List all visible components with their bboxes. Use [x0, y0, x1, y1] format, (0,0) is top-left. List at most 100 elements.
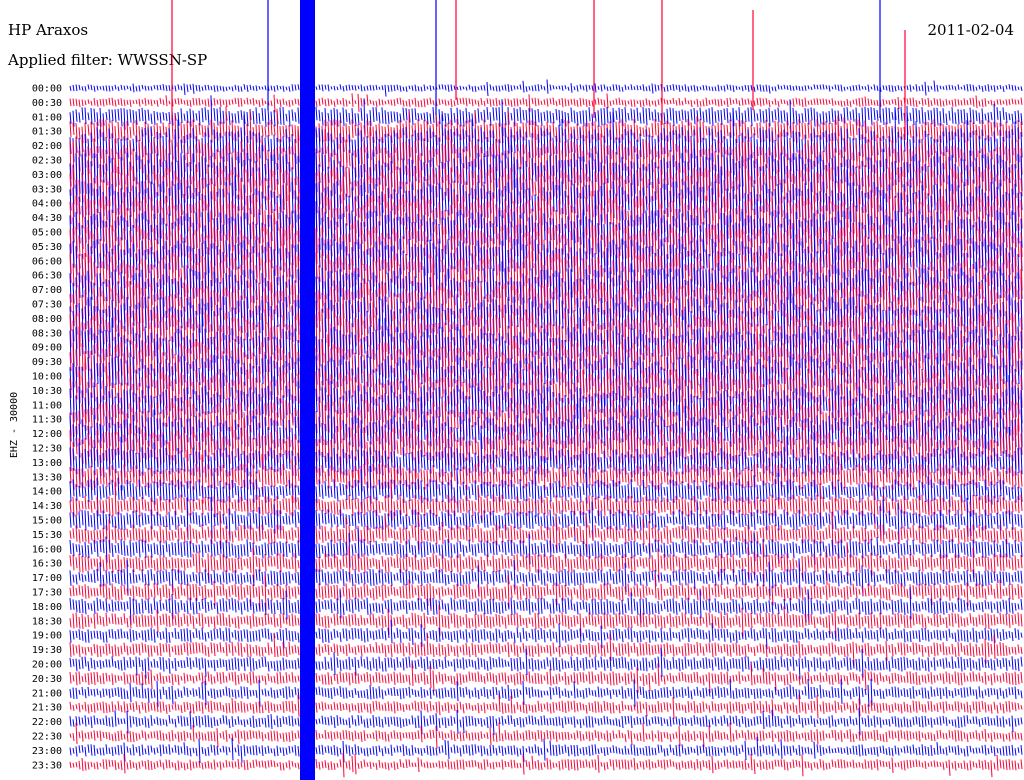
time-label: 02:30 [32, 156, 62, 167]
time-label: 13:00 [32, 458, 62, 469]
time-label: 07:00 [32, 285, 62, 296]
time-label: 13:30 [32, 472, 62, 483]
trace-row [69, 392, 1023, 473]
time-label: 15:00 [32, 516, 62, 527]
time-label: 11:30 [32, 415, 62, 426]
time-label: 16:30 [32, 559, 62, 570]
trace-row [69, 707, 1023, 736]
channel-label: EHZ - 30000 [9, 392, 20, 458]
trace-row [69, 128, 1023, 223]
trace-row [69, 155, 1023, 250]
trace-row [69, 287, 1023, 375]
time-label: 17:30 [32, 588, 62, 599]
time-label: 09:30 [32, 357, 62, 368]
trace-row [69, 257, 1023, 352]
time-label: 08:30 [32, 328, 62, 339]
time-label: 03:30 [32, 184, 62, 195]
trace-row [69, 633, 1023, 667]
trace-row [69, 663, 1023, 694]
time-label: 22:00 [32, 717, 62, 728]
trace-row [69, 678, 1023, 708]
trace-row [69, 227, 1023, 322]
time-label: 04:30 [32, 213, 62, 224]
trace-row [69, 512, 1023, 557]
trace-row [69, 106, 1023, 158]
trace-row [69, 244, 1023, 338]
time-label: 00:30 [32, 98, 62, 109]
time-label: 23:30 [32, 760, 62, 771]
time-label: 00:00 [32, 84, 62, 95]
time-label: 01:30 [32, 127, 62, 138]
time-label: 03:00 [32, 170, 62, 181]
trace-row [69, 79, 1023, 97]
trace-row [69, 527, 1023, 568]
trace-row [69, 105, 1023, 186]
trace-row [69, 95, 1023, 138]
time-label: 10:00 [32, 372, 62, 383]
trace-row [69, 753, 1023, 778]
trace-row [69, 93, 1023, 113]
trace-row [69, 573, 1023, 612]
helicorder-chart: 00:00 00:30 01:00 01:30 02:00 02:30 03:00 03:30… [9, 0, 1023, 780]
trace-row [69, 200, 1023, 293]
trace-row [69, 428, 1023, 495]
trace-row [69, 375, 1023, 460]
time-label: 11:00 [32, 400, 62, 411]
trace-row [69, 332, 1023, 421]
trace-row [69, 619, 1023, 650]
time-label: 07:30 [32, 300, 62, 311]
time-label: 04:00 [32, 199, 62, 210]
trace-row [69, 270, 1023, 367]
time-label: 18:00 [32, 602, 62, 613]
time-label: 23:00 [32, 746, 62, 757]
time-label: 10:30 [32, 386, 62, 397]
time-label: 14:30 [32, 501, 62, 512]
time-label: 05:30 [32, 242, 62, 253]
trace-row [69, 170, 1023, 266]
time-label: 01:00 [32, 112, 62, 123]
time-label: 20:30 [32, 674, 62, 685]
time-label: 21:30 [32, 703, 62, 714]
trace-row [69, 722, 1023, 749]
time-label: 12:00 [32, 429, 62, 440]
trace-row [69, 141, 1023, 234]
time-label-layer: 00:00 00:30 01:00 01:30 02:00 02:30 03:00 03:30… [32, 84, 62, 772]
time-label: 20:00 [32, 660, 62, 671]
time-label: 09:00 [32, 343, 62, 354]
trace-row [69, 362, 1023, 448]
trace-row [69, 465, 1023, 518]
trace-row [69, 316, 1023, 408]
trace-row [69, 115, 1023, 206]
trace-row [69, 587, 1023, 626]
time-label: 22:30 [32, 732, 62, 743]
time-label: 16:00 [32, 544, 62, 555]
time-label: 12:30 [32, 444, 62, 455]
time-label: 19:30 [32, 645, 62, 656]
time-label: 06:00 [32, 256, 62, 267]
trace-row [69, 407, 1023, 490]
time-label: 21:00 [32, 688, 62, 699]
trace-layer [69, 0, 1023, 780]
time-label: 06:30 [32, 271, 62, 282]
trace-row [69, 736, 1023, 764]
trace-row [69, 344, 1023, 434]
time-label: 05:00 [32, 228, 62, 239]
time-label: 19:00 [32, 631, 62, 642]
trace-row [69, 542, 1023, 585]
trace-row [69, 694, 1023, 719]
saturated-band [300, 0, 315, 780]
time-label: 18:30 [32, 616, 62, 627]
trace-row [69, 188, 1023, 271]
trace-row [69, 604, 1023, 638]
trace-row [69, 449, 1023, 506]
time-label: 17:00 [32, 573, 62, 584]
trace-row [69, 647, 1023, 680]
trace-row [69, 481, 1023, 529]
time-label: 14:00 [32, 487, 62, 498]
trace-row [69, 496, 1023, 544]
time-label: 02:00 [32, 141, 62, 152]
time-label: 08:00 [32, 314, 62, 325]
trace-row [69, 558, 1023, 597]
trace-row [69, 302, 1023, 389]
time-label: 15:30 [32, 530, 62, 541]
